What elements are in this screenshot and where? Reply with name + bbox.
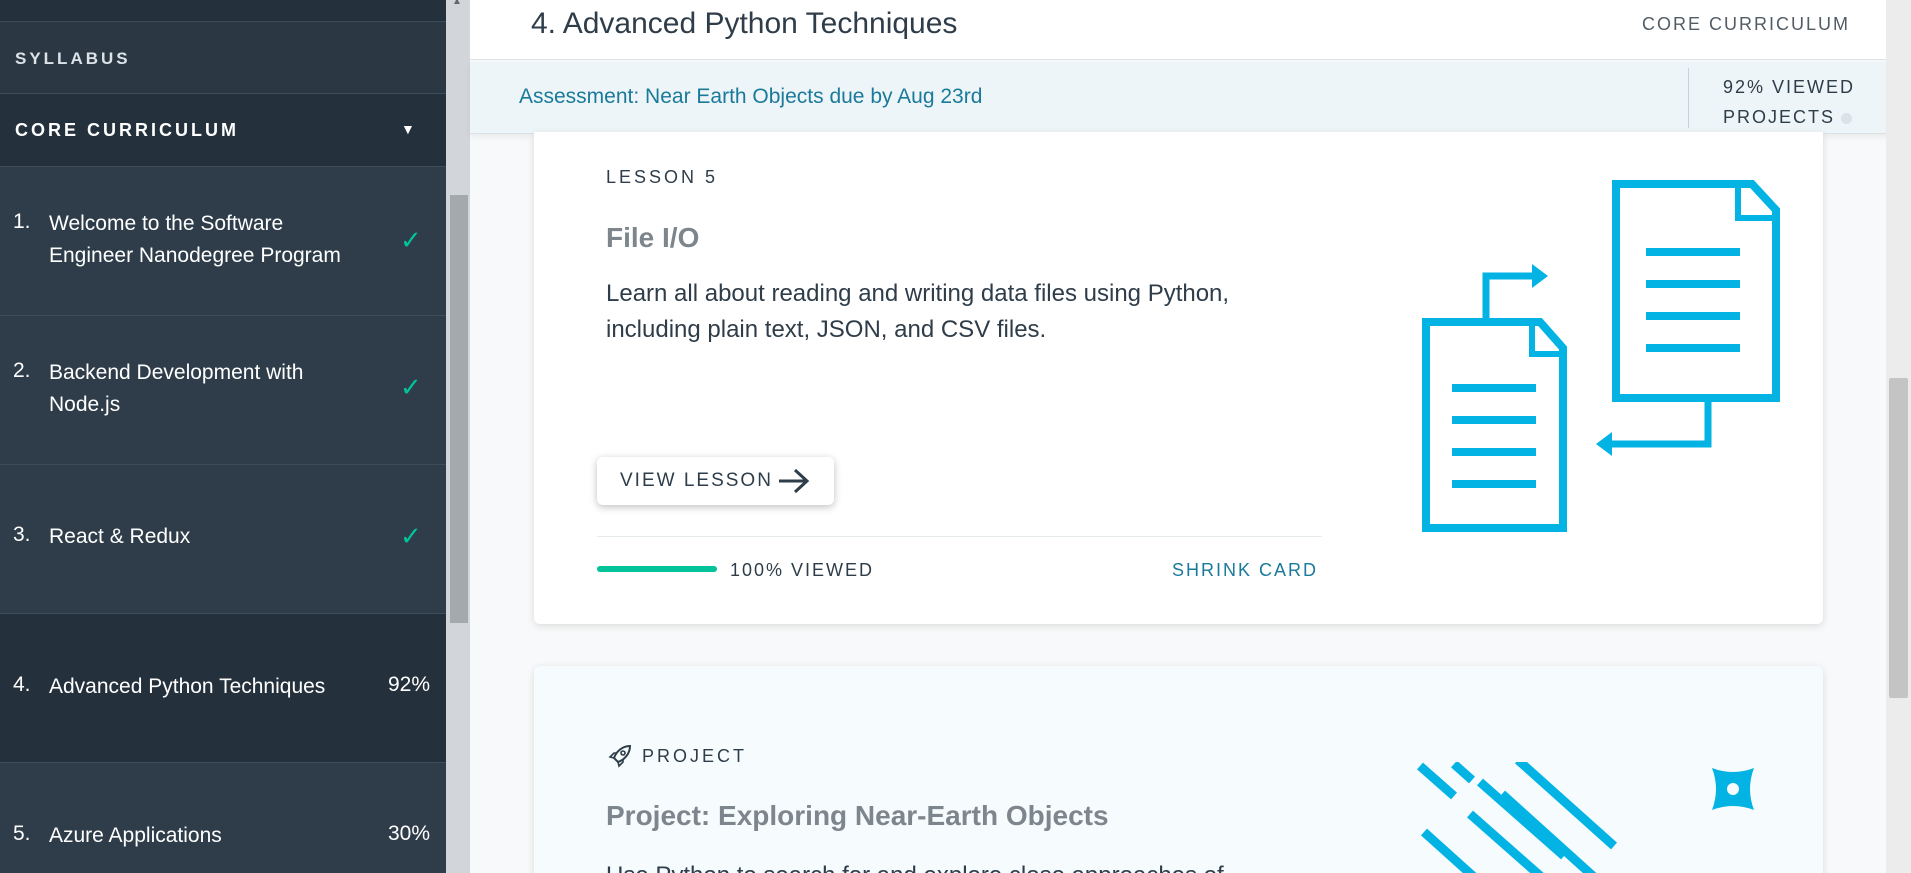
asteroid-illustration bbox=[1417, 762, 1754, 873]
view-lesson-button[interactable]: VIEW LESSON bbox=[597, 457, 834, 505]
project-card: PROJECT Project: Exploring Near-Earth Ob… bbox=[534, 666, 1823, 873]
sidebar-item-welcome[interactable]: 1. Welcome to the Software Engineer Nano… bbox=[0, 167, 446, 316]
assessment-link[interactable]: Assessment: Near Earth Objects due by Au… bbox=[519, 85, 982, 109]
curriculum-dropdown[interactable]: CORE CURRICULUM ▼ bbox=[0, 94, 446, 167]
sidebar-item-label: Advanced Python Techniques bbox=[49, 675, 326, 698]
progress-summary: 92% VIEWED PROJECTS bbox=[1723, 72, 1855, 132]
main-scrollbar-thumb[interactable] bbox=[1889, 378, 1908, 698]
project-eyebrow: PROJECT bbox=[642, 746, 748, 766]
lesson-title: File I/O bbox=[606, 222, 700, 253]
sidebar-item-number: 1. bbox=[13, 210, 31, 233]
lesson-description: Learn all about reading and writing data… bbox=[606, 280, 1230, 343]
syllabus-label: SYLLABUS bbox=[15, 49, 131, 68]
check-icon: ✓ bbox=[400, 521, 422, 551]
curriculum-label: CORE CURRICULUM bbox=[15, 120, 239, 140]
chevron-down-icon: ▼ bbox=[401, 121, 415, 137]
projects-label: PROJECTS bbox=[1723, 107, 1836, 127]
header-curriculum-tag: CORE CURRICULUM bbox=[1641, 14, 1850, 34]
project-title: Project: Exploring Near-Earth Objects bbox=[606, 800, 1109, 831]
sidebar-item-backend[interactable]: 2. Backend Development with Node.js ✓ bbox=[0, 316, 446, 465]
projects-status: PROJECTS bbox=[1723, 102, 1855, 132]
sidebar-item-python[interactable]: 4. Advanced Python Techniques 92% bbox=[0, 614, 446, 763]
lesson-card: LESSON 5 File I/O Learn all about readin… bbox=[534, 132, 1823, 624]
sidebar-item-progress: 30% bbox=[387, 822, 430, 845]
page-title: 4. Advanced Python Techniques bbox=[531, 7, 958, 40]
lesson-progress-fill bbox=[597, 566, 717, 572]
lesson-eyebrow: LESSON 5 bbox=[606, 167, 719, 187]
sidebar-item-number: 3. bbox=[13, 523, 31, 546]
sidebar: SYLLABUS CORE CURRICULUM ▼ 1. Welcome to… bbox=[0, 0, 446, 873]
sidebar-item-label: Welcome to the Software Engineer Nanodeg… bbox=[49, 212, 341, 267]
project-description: Use Python to search for and explore clo… bbox=[606, 858, 1306, 873]
arrow-right-icon bbox=[779, 468, 810, 494]
lesson-progress-bar bbox=[597, 566, 717, 572]
sidebar-item-react[interactable]: 3. React & Redux ✓ bbox=[0, 465, 446, 614]
sidebar-item-label: Backend Development with Node.js bbox=[49, 361, 304, 416]
viewed-percent: 92% VIEWED bbox=[1723, 77, 1856, 97]
check-icon: ✓ bbox=[400, 225, 422, 255]
rocket-icon bbox=[608, 744, 632, 768]
divider bbox=[1688, 68, 1689, 128]
sidebar-item-number: 2. bbox=[13, 359, 31, 382]
card-divider bbox=[597, 536, 1322, 537]
sidebar-item-number: 4. bbox=[13, 673, 31, 696]
main-header: 4. Advanced Python Techniques CORE CURRI… bbox=[470, 0, 1911, 60]
sidebar-item-progress: 92% bbox=[387, 673, 430, 696]
scroll-up-arrow-icon[interactable]: ▲ bbox=[452, 0, 462, 7]
view-lesson-label: VIEW LESSON bbox=[620, 470, 773, 491]
syllabus-header: SYLLABUS bbox=[0, 22, 446, 94]
sidebar-scrollbar-thumb[interactable] bbox=[450, 195, 468, 623]
sidebar-item-azure[interactable]: 5. Azure Applications 30% bbox=[0, 763, 446, 873]
status-dot-icon bbox=[1841, 112, 1853, 124]
assessment-bar: Assessment: Near Earth Objects due by Au… bbox=[470, 62, 1911, 134]
sidebar-item-label: Azure Applications bbox=[49, 824, 222, 847]
lesson-progress-label: 100% VIEWED bbox=[730, 560, 875, 580]
file-transfer-illustration bbox=[1422, 180, 1780, 532]
check-icon: ✓ bbox=[400, 372, 422, 402]
sidebar-item-label: React & Redux bbox=[49, 525, 191, 548]
shrink-card-button[interactable]: SHRINK CARD bbox=[1172, 560, 1318, 581]
sidebar-item-number: 5. bbox=[13, 822, 31, 845]
sidebar-topbar bbox=[0, 0, 446, 22]
